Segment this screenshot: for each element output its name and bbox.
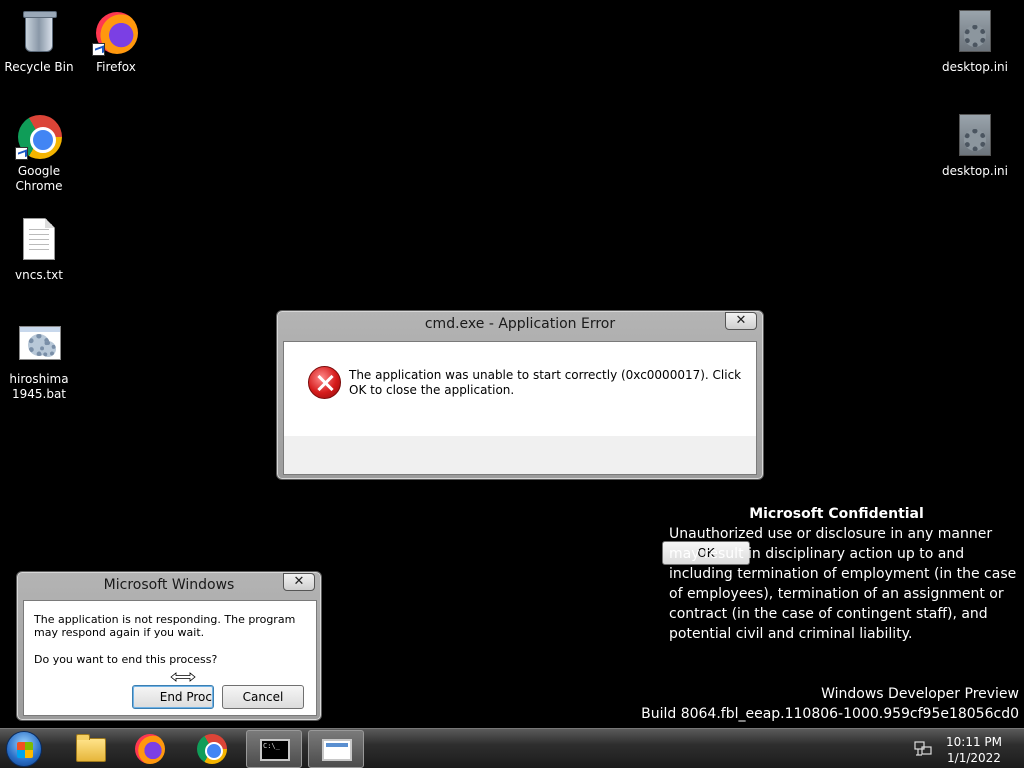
end-process-question: Do you want to end this process?: [34, 653, 218, 666]
desktop-icon-label: desktop.ini: [942, 60, 1008, 74]
desktop-icon-label: Recycle Bin: [4, 60, 74, 74]
desktop-icon-hiroshima-bat[interactable]: hiroshima 1945.bat: [1, 320, 77, 402]
window-icon: [322, 739, 352, 761]
error-message: The application was unable to start corr…: [349, 368, 742, 397]
shortcut-arrow-icon: [92, 43, 105, 56]
dialog-title[interactable]: cmd.exe - Application Error: [277, 311, 763, 337]
edition-text: Windows Developer Preview: [821, 686, 1019, 702]
taskbar: C:\_ 10:11 PM 1/1/2022: [0, 728, 1024, 768]
confidential-notice: Microsoft Confidential Unauthorized use …: [669, 504, 1019, 644]
taskbar-chrome[interactable]: [184, 730, 240, 768]
not-responding-message: The application is not responding. The p…: [34, 613, 296, 639]
dialog-client-area: The application is not responding. The p…: [23, 600, 317, 716]
end-process-button[interactable]: End Proc: [132, 685, 214, 709]
desktop-icon-label: vncs.txt: [15, 268, 63, 282]
network-icon[interactable]: [914, 741, 932, 757]
dialog-title[interactable]: Microsoft Windows: [17, 572, 321, 598]
command-prompt-icon: C:\_: [260, 739, 290, 761]
desktop-icon-label: hiroshima 1945.bat: [9, 372, 69, 401]
windows-logo-icon: [17, 742, 33, 758]
desktop-icon-vncs-txt[interactable]: vncs.txt: [1, 216, 77, 283]
firefox-icon: [135, 734, 165, 764]
start-button[interactable]: [6, 731, 42, 767]
system-clock[interactable]: 10:11 PM 1/1/2022: [944, 734, 1004, 766]
ini-file-icon: [959, 114, 991, 156]
batch-file-icon: [19, 326, 61, 360]
confidential-heading: Microsoft Confidential: [749, 506, 924, 522]
clock-date: 1/1/2022: [947, 751, 1001, 765]
desktop-icon-desktop-ini-2[interactable]: desktop.ini: [937, 112, 1013, 179]
taskbar-window[interactable]: [308, 730, 364, 768]
desktop-icon-recycle-bin[interactable]: Recycle Bin: [1, 8, 77, 75]
cancel-button[interactable]: Cancel: [222, 685, 304, 709]
text-file-icon: [23, 218, 55, 260]
desktop-icon-firefox[interactable]: Firefox: [78, 8, 154, 75]
ini-file-icon: [959, 10, 991, 52]
desktop-icon-label: desktop.ini: [942, 164, 1008, 178]
desktop-icon-chrome[interactable]: Google Chrome: [1, 112, 77, 194]
desktop-icon-label: Firefox: [96, 60, 136, 74]
resize-cursor-icon: [170, 672, 196, 682]
folder-icon: [76, 734, 106, 762]
dialog-client-area: The application was unable to start corr…: [283, 341, 757, 565]
taskbar-firefox[interactable]: [122, 730, 178, 768]
chrome-icon: [197, 734, 227, 764]
taskbar-cmd[interactable]: C:\_: [246, 730, 302, 768]
confidential-body: Unauthorized use or disclosure in any ma…: [669, 526, 1017, 642]
shortcut-arrow-icon: [15, 147, 28, 160]
desktop-icon-desktop-ini-1[interactable]: desktop.ini: [937, 8, 1013, 75]
taskbar-explorer[interactable]: [62, 730, 118, 768]
application-error-dialog: cmd.exe - Application Error ✕ The applic…: [276, 310, 764, 565]
clock-time: 10:11 PM: [946, 735, 1002, 749]
desktop-icon-label: Google Chrome: [15, 164, 63, 193]
close-button[interactable]: ✕: [725, 312, 757, 330]
build-watermark: Windows Developer Preview Build 8064.fbl…: [641, 684, 1019, 724]
close-button[interactable]: ✕: [283, 573, 315, 591]
recycle-bin-icon: [23, 11, 57, 52]
not-responding-dialog: Microsoft Windows ✕ The application is n…: [16, 571, 322, 721]
error-icon: [308, 366, 341, 399]
build-text: Build 8064.fbl_eeap.110806-1000.959cf95e…: [641, 706, 1019, 722]
